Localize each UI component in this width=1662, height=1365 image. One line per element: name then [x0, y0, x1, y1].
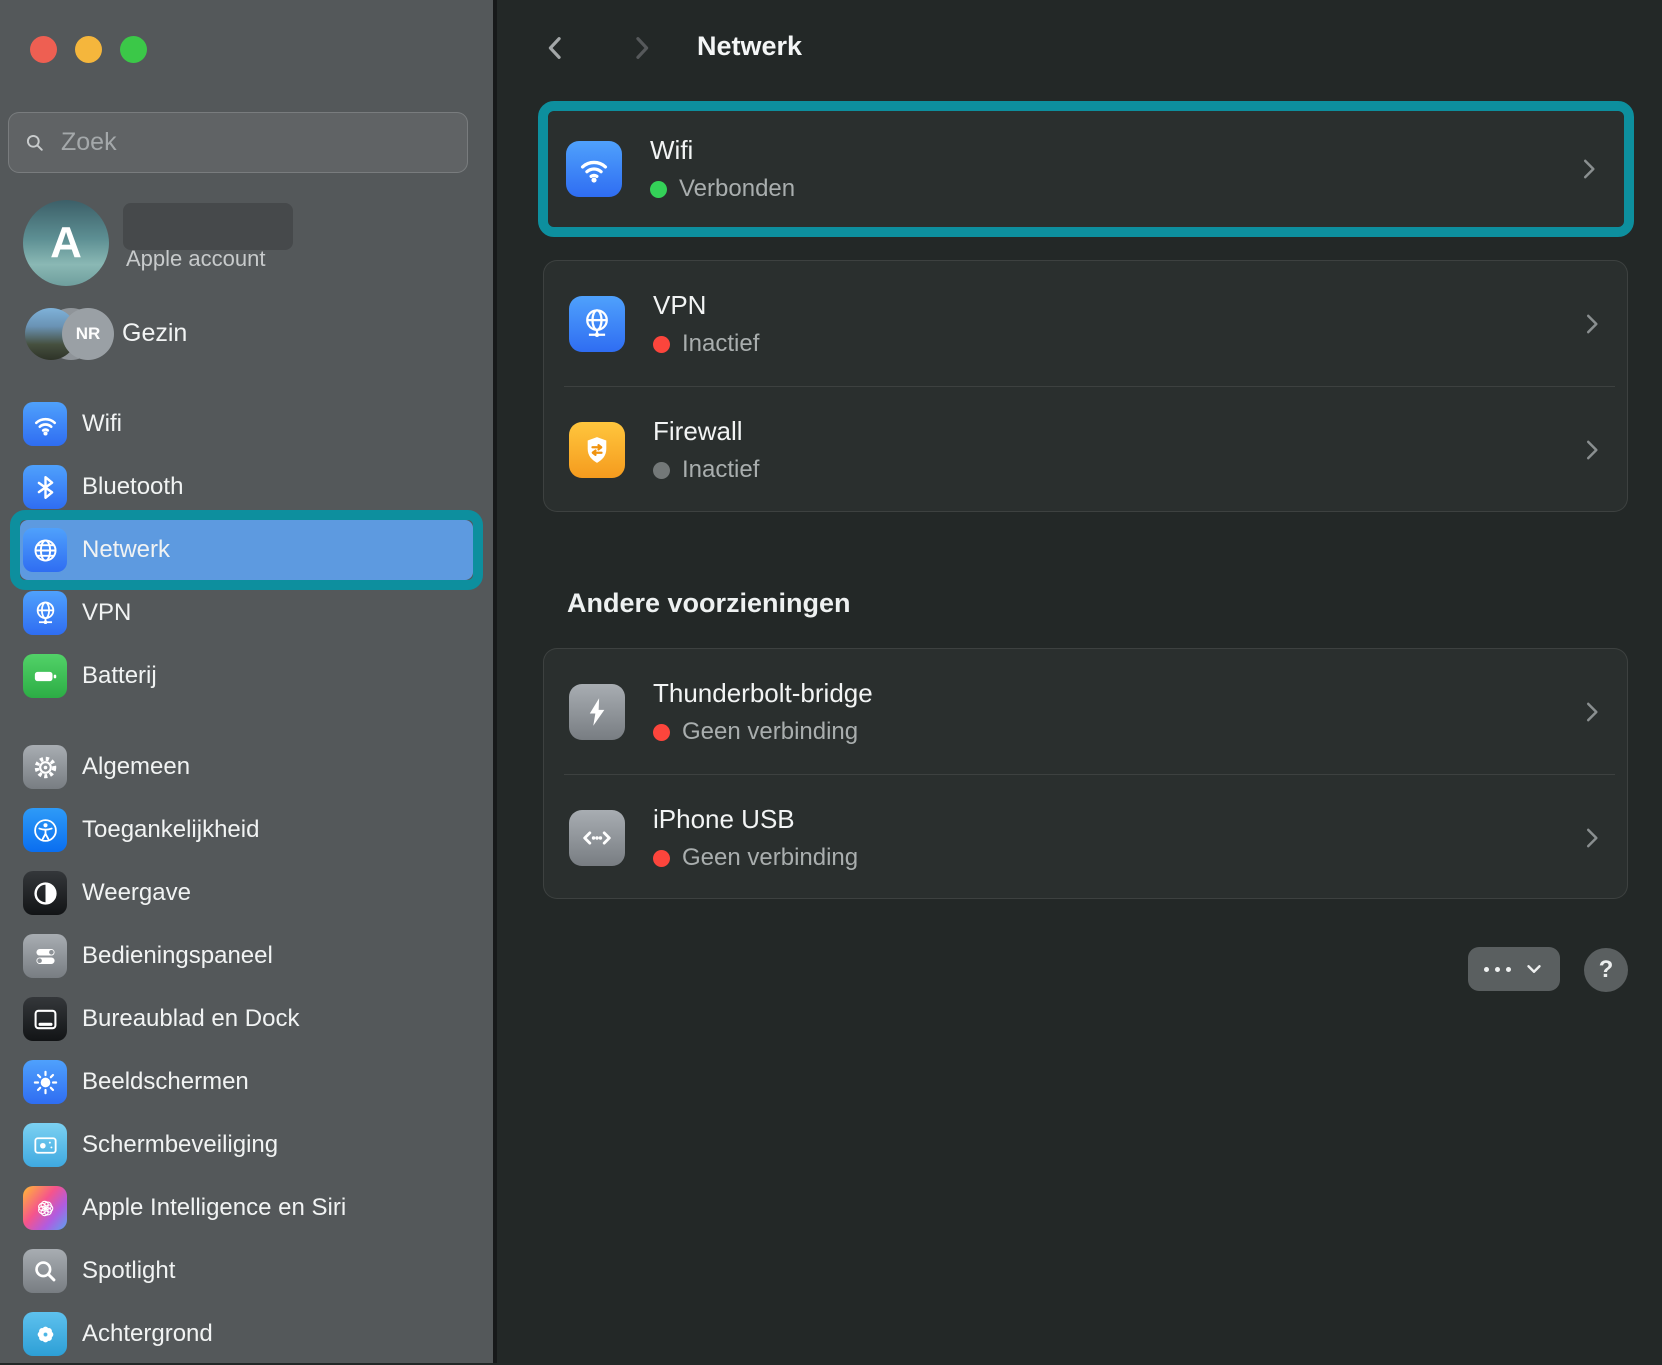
account-name-redacted [123, 203, 293, 250]
desktop-dock-icon [23, 997, 67, 1041]
sidebar-item-bedieningspaneel[interactable]: Bedieningspaneel [0, 925, 493, 987]
annotation-box-wifi [538, 101, 1634, 237]
close-window-button[interactable] [30, 36, 57, 63]
family-avatar-initials[interactable]: NR [62, 308, 114, 360]
row-label: Thunderbolt-bridge [653, 678, 873, 709]
sidebar-item-beeldschermen[interactable]: Beeldschermen [0, 1051, 493, 1113]
other-services-card: Thunderbolt-bridge Geen verbinding iPhon… [543, 648, 1628, 899]
appearance-icon [23, 871, 67, 915]
network-services-card: VPN Inactief Firewall Inactief [543, 260, 1628, 512]
page-title: Netwerk [697, 31, 802, 62]
status-text: Geen verbinding [682, 844, 858, 872]
sidebar-item-wifi[interactable]: Wifi [0, 393, 493, 455]
sidebar-item-label: Wifi [82, 410, 122, 438]
sidebar-item-spotlight[interactable]: Spotlight [0, 1240, 493, 1302]
iphone-usb-row[interactable]: iPhone USB Geen verbinding [544, 775, 1627, 901]
wifi-icon [23, 402, 67, 446]
sidebar-item-apple-intelligence-siri[interactable]: Apple Intelligence en Siri [0, 1177, 493, 1239]
accessibility-icon [23, 808, 67, 852]
sidebar-item-weergave[interactable]: Weergave [0, 862, 493, 924]
status-dot-gray [653, 462, 670, 479]
sidebar: A Apple account NR Gezin Wifi Bluetooth … [0, 0, 497, 1363]
iphone-usb-icon [569, 810, 625, 866]
screensaver-icon [23, 1123, 67, 1167]
sidebar-item-netwerk[interactable]: Netwerk [0, 519, 493, 581]
sidebar-item-schermbeveiliging[interactable]: Schermbeveiliging [0, 1114, 493, 1176]
sidebar-item-label: Weergave [82, 879, 191, 907]
status-dot-red [653, 724, 670, 741]
status-dot-red [653, 850, 670, 867]
sidebar-item-label: Apple Intelligence en Siri [82, 1194, 346, 1222]
help-button[interactable]: ? [1584, 948, 1628, 992]
sidebar-item-achtergrond[interactable]: Achtergrond [0, 1303, 493, 1365]
sidebar-item-label: Netwerk [82, 536, 170, 564]
sidebar-item-label: Toegankelijkheid [82, 816, 259, 844]
avatar-initial: A [50, 218, 82, 268]
status-text: Geen verbinding [682, 718, 858, 746]
chevron-right-icon [1579, 825, 1605, 851]
status-text: Inactief [682, 456, 759, 484]
chevron-right-icon [1579, 311, 1605, 337]
spotlight-magnifier-icon [23, 1249, 67, 1293]
gear-icon [23, 745, 67, 789]
siri-rosette-icon [23, 1186, 67, 1230]
zoom-window-button[interactable] [120, 36, 147, 63]
sidebar-item-label: Algemeen [82, 753, 190, 781]
status-text: Inactief [682, 330, 759, 358]
sidebar-item-bureaublad-en-dock[interactable]: Bureaublad en Dock [0, 988, 493, 1050]
sidebar-item-algemeen[interactable]: Algemeen [0, 736, 493, 798]
sidebar-item-label: Beeldschermen [82, 1068, 249, 1096]
search-icon [23, 131, 47, 155]
sidebar-item-bluetooth[interactable]: Bluetooth [0, 456, 493, 518]
sidebar-item-label: Schermbeveiliging [82, 1131, 278, 1159]
apple-account-label[interactable]: Apple account [126, 246, 265, 272]
thunderbolt-icon [569, 684, 625, 740]
chevron-right-icon [1579, 437, 1605, 463]
firewall-row[interactable]: Firewall Inactief [544, 387, 1627, 513]
section-title: Andere voorzieningen [567, 588, 851, 619]
sidebar-item-vpn[interactable]: VPN [0, 582, 493, 644]
sidebar-item-toegankelijkheid[interactable]: Toegankelijkheid [0, 799, 493, 861]
sidebar-item-label: Bedieningspaneel [82, 942, 273, 970]
sidebar-item-label: Batterij [82, 662, 157, 690]
sidebar-item-label: Bluetooth [82, 473, 183, 501]
displays-sun-icon [23, 1060, 67, 1104]
wallpaper-flower-icon [23, 1312, 67, 1356]
row-label: Firewall [653, 416, 759, 447]
vpn-row[interactable]: VPN Inactief [544, 261, 1627, 387]
network-globe-icon [23, 528, 67, 572]
vpn-icon [569, 296, 625, 352]
sidebar-item-label: Bureaublad en Dock [82, 1005, 299, 1033]
search-input[interactable] [59, 127, 453, 158]
apple-account-avatar[interactable]: A [23, 200, 109, 286]
chevron-right-icon [1579, 699, 1605, 725]
sidebar-item-label: Achtergrond [82, 1320, 213, 1348]
battery-icon [23, 654, 67, 698]
search-field[interactable] [8, 112, 468, 173]
sidebar-item-batterij[interactable]: Batterij [0, 645, 493, 707]
sidebar-item-label: Spotlight [82, 1257, 175, 1285]
ellipsis-icon [1484, 967, 1489, 972]
more-options-button[interactable] [1468, 947, 1560, 991]
thunderbolt-bridge-row[interactable]: Thunderbolt-bridge Geen verbinding [544, 649, 1627, 775]
bluetooth-icon [23, 465, 67, 509]
firewall-shield-icon [569, 422, 625, 478]
chevron-down-icon [1523, 958, 1545, 980]
control-center-icon [23, 934, 67, 978]
row-label: VPN [653, 290, 759, 321]
back-chevron-icon[interactable] [541, 33, 571, 63]
vpn-icon [23, 591, 67, 635]
sidebar-item-gezin[interactable]: Gezin [122, 319, 187, 348]
sidebar-item-label: VPN [82, 599, 131, 627]
forward-chevron-icon[interactable] [626, 33, 656, 63]
minimize-window-button[interactable] [75, 36, 102, 63]
status-dot-red [653, 336, 670, 353]
row-label: iPhone USB [653, 804, 858, 835]
